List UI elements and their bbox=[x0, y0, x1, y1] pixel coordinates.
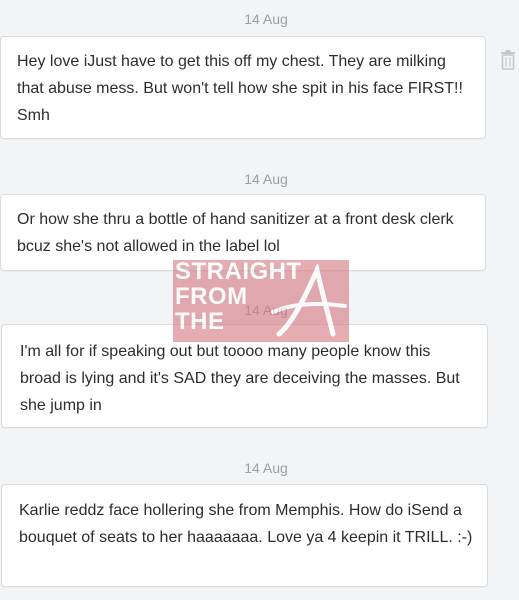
message-date: 14 Aug bbox=[244, 171, 288, 187]
message-text: Hey love iJust have to get this off my c… bbox=[17, 53, 463, 124]
message-bubble[interactable]: Karlie reddz face hollering she from Mem… bbox=[1, 484, 488, 587]
message-text: Or how she thru a bottle of hand sanitiz… bbox=[17, 211, 454, 255]
message-date: 14 Aug bbox=[244, 11, 288, 27]
watermark-line: FROM bbox=[175, 283, 248, 310]
watermark-a-icon bbox=[271, 264, 347, 337]
watermark-logo: STRAIGHT FROM THE bbox=[169, 258, 349, 344]
trash-icon[interactable] bbox=[500, 50, 516, 70]
message-bubble[interactable]: Hey love iJust have to get this off my c… bbox=[0, 36, 486, 139]
message-text: I'm all for if speaking out but toooo ma… bbox=[20, 343, 460, 414]
watermark-line: THE bbox=[175, 308, 225, 335]
message-date: 14 Aug bbox=[244, 460, 288, 476]
message-text: Karlie reddz face hollering she from Mem… bbox=[19, 502, 473, 546]
message-thread: 14 Aug Hey love iJust have to get this o… bbox=[0, 0, 519, 600]
